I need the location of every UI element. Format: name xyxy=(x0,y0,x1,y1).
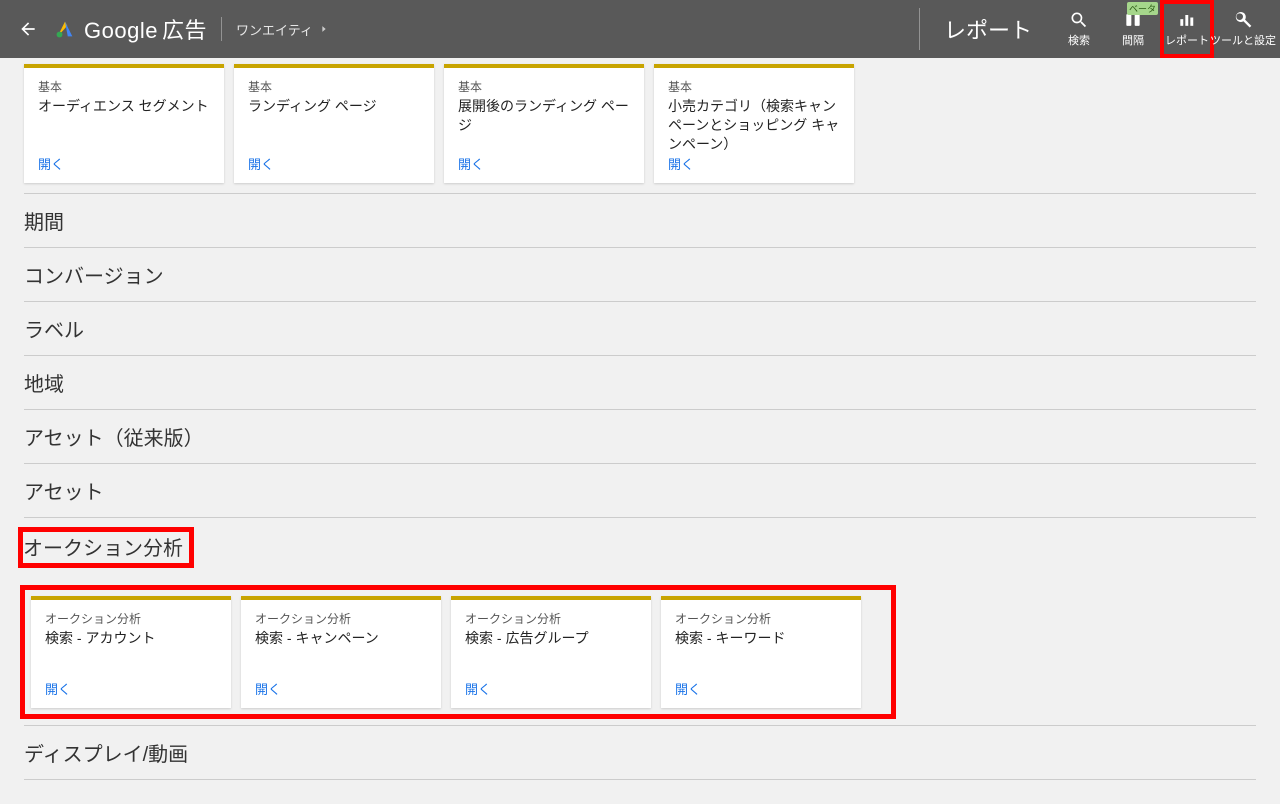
nav-report-label: レポート xyxy=(934,0,1052,58)
report-card[interactable]: オークション分析 検索 - キーワード 開く xyxy=(661,596,861,708)
chevron-right-icon xyxy=(319,24,329,34)
google-ads-logo-icon xyxy=(54,18,76,40)
section-region[interactable]: 地域 xyxy=(24,355,1256,409)
search-icon xyxy=(1069,10,1089,30)
section-asset-legacy[interactable]: アセット（従来版） xyxy=(24,409,1256,463)
card-open-link[interactable]: 開く xyxy=(38,154,210,173)
section-display-video[interactable]: ディスプレイ/動画 xyxy=(24,725,1256,780)
auction-card-row: オークション分析 検索 - アカウント 開く オークション分析 検索 - キャン… xyxy=(31,596,885,708)
brand-text: Google広告 xyxy=(84,13,207,45)
report-label: レポート xyxy=(1165,32,1209,48)
card-open-link[interactable]: 開く xyxy=(465,679,637,698)
card-category: 基本 xyxy=(248,78,420,95)
section-conversion[interactable]: コンバージョン xyxy=(24,247,1256,301)
interval-label: 間隔 xyxy=(1122,32,1144,48)
card-category: オークション分析 xyxy=(675,610,847,627)
card-category: オークション分析 xyxy=(45,610,217,627)
report-card[interactable]: 基本 ランディング ページ 開く xyxy=(234,64,434,183)
card-title: オーディエンス セグメント xyxy=(38,97,210,154)
divider xyxy=(221,17,222,41)
card-title: 検索 - キャンペーン xyxy=(255,629,427,679)
divider xyxy=(919,8,920,50)
highlight-auction-label: オークション分析 xyxy=(18,527,194,568)
section-asset[interactable]: アセット xyxy=(24,463,1256,517)
card-open-link[interactable]: 開く xyxy=(255,679,427,698)
card-open-link[interactable]: 開く xyxy=(458,154,630,173)
report-action[interactable]: レポート xyxy=(1160,0,1214,58)
report-card[interactable]: 基本 オーディエンス セグメント 開く xyxy=(24,64,224,183)
card-category: 基本 xyxy=(38,78,210,95)
report-card[interactable]: オークション分析 検索 - 広告グループ 開く xyxy=(451,596,651,708)
header-right: レポート 検索 間隔 レポート ツールと設定 xyxy=(905,0,1272,58)
highlight-auction-cards: オークション分析 検索 - アカウント 開く オークション分析 検索 - キャン… xyxy=(20,585,896,719)
card-open-link[interactable]: 開く xyxy=(675,679,847,698)
card-title: 展開後のランディング ページ xyxy=(458,97,630,154)
card-title: 検索 - 広告グループ xyxy=(465,629,637,679)
card-title: ランディング ページ xyxy=(248,97,420,154)
tools-label: ツールと設定 xyxy=(1210,32,1276,48)
back-button[interactable] xyxy=(16,17,40,41)
interval-icon xyxy=(1123,10,1143,30)
brand-logo[interactable]: Google広告 xyxy=(54,13,207,45)
card-title: 検索 - キーワード xyxy=(675,629,847,679)
section-auction[interactable]: オークション分析 xyxy=(24,517,1256,577)
card-category: 基本 xyxy=(458,78,630,95)
interval-action[interactable]: 間隔 xyxy=(1106,0,1160,58)
section-label[interactable]: ラベル xyxy=(24,301,1256,355)
brand-google: Google xyxy=(84,18,158,43)
account-label: ワンエイティ xyxy=(236,20,313,39)
card-title: 小売カテゴリ（検索キャンペーンとショッピング キャンペーン） xyxy=(668,97,840,154)
card-category: 基本 xyxy=(668,78,840,95)
section-period[interactable]: 期間 xyxy=(24,193,1256,247)
card-category: オークション分析 xyxy=(465,610,637,627)
report-card[interactable]: オークション分析 検索 - アカウント 開く xyxy=(31,596,231,708)
report-card[interactable]: 基本 展開後のランディング ページ 開く xyxy=(444,64,644,183)
report-icon xyxy=(1177,10,1197,30)
card-category: オークション分析 xyxy=(255,610,427,627)
main-content: 基本 オーディエンス セグメント 開く 基本 ランディング ページ 開く 基本 … xyxy=(0,58,1280,804)
tools-action[interactable]: ツールと設定 xyxy=(1214,0,1272,58)
section-auction-label: オークション分析 xyxy=(23,538,183,560)
report-card[interactable]: 基本 小売カテゴリ（検索キャンペーンとショッピング キャンペーン） 開く xyxy=(654,64,854,183)
brand-ads: 広告 xyxy=(162,18,207,43)
card-open-link[interactable]: 開く xyxy=(668,154,840,173)
card-title: 検索 - アカウント xyxy=(45,629,217,679)
card-open-link[interactable]: 開く xyxy=(248,154,420,173)
wrench-icon xyxy=(1233,10,1253,30)
search-label: 検索 xyxy=(1068,32,1090,48)
account-switcher[interactable]: ワンエイティ xyxy=(236,20,329,39)
card-open-link[interactable]: 開く xyxy=(45,679,217,698)
app-header: Google広告 ワンエイティ レポート 検索 間隔 レポート xyxy=(0,0,1280,58)
report-card[interactable]: オークション分析 検索 - キャンペーン 開く xyxy=(241,596,441,708)
basic-card-row: 基本 オーディエンス セグメント 開く 基本 ランディング ページ 開く 基本 … xyxy=(24,60,1256,193)
search-action[interactable]: 検索 xyxy=(1052,0,1106,58)
